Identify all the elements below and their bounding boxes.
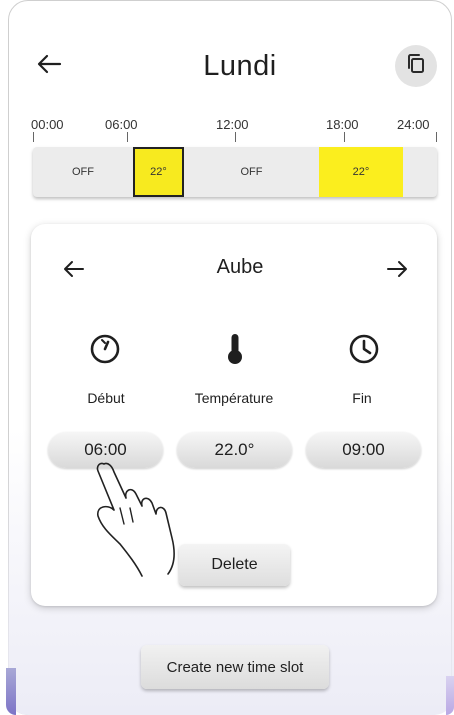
end-time-button[interactable]: 09:00 <box>306 432 421 468</box>
tick-mark <box>127 132 128 142</box>
tick-mark <box>344 132 345 142</box>
tick-label: 00:00 <box>31 117 64 132</box>
corner-accent <box>6 668 16 715</box>
create-time-slot-button[interactable]: Create new time slot <box>141 645 329 689</box>
copy-button[interactable] <box>395 45 437 87</box>
tick-label: 06:00 <box>105 117 138 132</box>
slot-title: Aube <box>216 256 264 278</box>
tap-hand-icon <box>86 458 196 583</box>
arrow-left-icon[interactable] <box>34 50 64 78</box>
temperature-label: Température <box>194 390 274 406</box>
copy-icon <box>406 53 426 80</box>
timeline-track: OFF 22° OFF 22° <box>33 147 437 197</box>
thermometer-icon <box>218 332 252 366</box>
tick-label: 12:00 <box>216 117 249 132</box>
timeline-segment-selected[interactable]: 22° <box>133 147 184 197</box>
tick-label: 18:00 <box>326 117 359 132</box>
tick-mark <box>235 132 236 142</box>
start-label: Début <box>87 390 125 406</box>
corner-accent-right <box>446 676 454 715</box>
arrow-left-icon[interactable] <box>60 255 88 283</box>
end-label: Fin <box>352 390 372 406</box>
clock-icon <box>347 332 381 366</box>
timeline-segment[interactable] <box>403 147 437 197</box>
tick-mark <box>436 132 437 142</box>
timeline-segment[interactable]: 22° <box>319 147 403 197</box>
start-timer-icon <box>88 332 122 366</box>
timeline-segment[interactable]: OFF <box>184 147 319 197</box>
arrow-right-icon[interactable] <box>383 255 411 283</box>
tick-mark <box>33 132 34 142</box>
page-title: Lundi <box>203 50 277 82</box>
timeline-segment[interactable]: OFF <box>33 147 133 197</box>
tick-label: 24:00 <box>397 117 430 132</box>
